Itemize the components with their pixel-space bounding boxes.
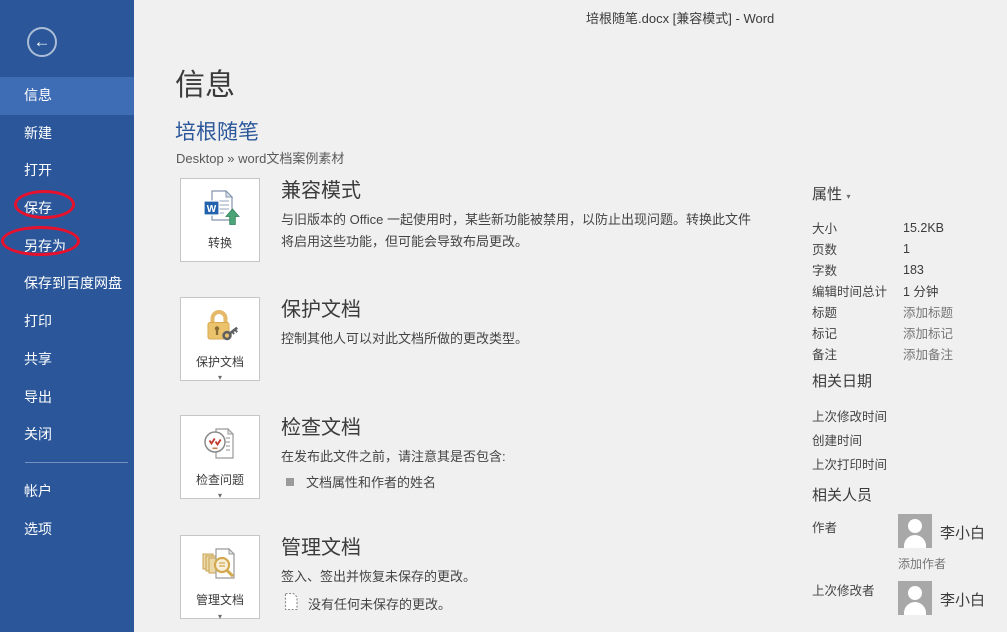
property-row-edit-time: 编辑时间总计 1 分钟	[812, 280, 1007, 301]
sidebar-item-save-to-baidu-pan[interactable]: 保存到百度网盘	[0, 265, 134, 303]
add-title-link[interactable]: 添加标题	[903, 302, 953, 321]
inspect-bullet-text: 文档属性和作者的姓名	[306, 472, 436, 491]
sidebar-item-share[interactable]: 共享	[0, 341, 134, 379]
sidebar-item-new[interactable]: 新建	[0, 115, 134, 153]
check-for-issues-button[interactable]: 检查问题 ▾	[180, 415, 260, 499]
sidebar-item-options[interactable]: 选项	[0, 511, 134, 549]
related-people-panel: 相关人员 作者 李小白 添加作者 上次修改者 李小白	[812, 484, 1007, 632]
manage-document-heading: 管理文档	[281, 535, 761, 561]
sidebar-item-account[interactable]: 帐户	[0, 473, 134, 511]
manage-document-button-label: 管理文档 ▾	[196, 593, 244, 624]
convert-document-icon: W	[200, 188, 240, 233]
date-row-last-printed: 上次打印时间	[812, 451, 1007, 475]
dropdown-caret-icon: ▾	[218, 373, 222, 382]
add-comments-link[interactable]: 添加备注	[903, 344, 953, 363]
dropdown-caret-icon: ▾	[846, 192, 850, 201]
related-people-heading: 相关人员	[812, 484, 1007, 505]
author-name: 李小白	[940, 522, 985, 543]
inspect-document-description: 在发布此文件之前，请注意其是否包含:	[281, 446, 761, 468]
back-arrow-icon: ←	[34, 32, 51, 51]
properties-heading[interactable]: 属性 ▾	[812, 183, 1007, 204]
unsaved-changes-note: 没有任何未保存的更改。	[281, 592, 761, 614]
property-value-pages: 1	[903, 242, 910, 256]
inspect-document-icon	[200, 425, 240, 470]
add-author-link[interactable]: 添加作者	[898, 555, 946, 572]
add-tags-link[interactable]: 添加标记	[903, 323, 953, 342]
property-value-words: 183	[903, 263, 924, 277]
sidebar-item-print[interactable]: 打印	[0, 303, 134, 341]
back-button[interactable]: ←	[27, 27, 57, 57]
sidebar-item-open[interactable]: 打开	[0, 152, 134, 190]
window-title: 培根随笔.docx [兼容模式] - Word	[586, 8, 774, 27]
related-dates-panel: 相关日期 上次修改时间 创建时间 上次打印时间	[812, 370, 1007, 475]
protect-document-button[interactable]: 保护文档 ▾	[180, 297, 260, 381]
property-value-edit-time: 1 分钟	[903, 281, 938, 300]
date-row-created: 创建时间	[812, 427, 1007, 451]
svg-text:W: W	[207, 204, 217, 215]
property-row-pages: 页数 1	[812, 238, 1007, 259]
date-row-last-modified: 上次修改时间	[812, 403, 1007, 427]
backstage-sidebar: ← 信息 新建 打开 保存 另存为 保存到百度网盘 打印 共享 导出 关闭 帐户…	[0, 0, 134, 632]
dropdown-caret-icon: ▾	[218, 491, 222, 500]
manage-document-icon	[200, 545, 240, 590]
last-modified-by-avatar[interactable]	[898, 581, 932, 615]
property-row-comments: 备注 添加备注	[812, 343, 1007, 364]
document-name: 培根随笔	[175, 116, 259, 146]
property-value-size: 15.2KB	[903, 221, 944, 235]
protect-document-button-label: 保护文档	[196, 355, 244, 370]
sidebar-item-save-as[interactable]: 另存为	[0, 228, 134, 266]
property-row-words: 字数 183	[812, 259, 1007, 280]
protect-document-description: 控制其他人可以对此文档所做的更改类型。	[281, 328, 761, 350]
author-label: 作者	[812, 517, 837, 536]
lock-and-key-icon	[200, 307, 240, 352]
sidebar-divider	[25, 462, 128, 463]
last-modified-by-name: 李小白	[940, 589, 985, 610]
dropdown-caret-icon: ▾	[218, 612, 222, 621]
protect-document-heading: 保护文档	[281, 297, 761, 323]
convert-button-label: 转换	[208, 236, 232, 251]
manage-document-description: 签入、签出并恢复未保存的更改。	[281, 566, 761, 588]
bullet-square-icon	[286, 478, 294, 486]
related-dates-heading: 相关日期	[812, 370, 1007, 391]
property-row-size: 大小 15.2KB	[812, 217, 1007, 238]
sidebar-item-info[interactable]: 信息	[0, 77, 134, 115]
sidebar-item-save[interactable]: 保存	[0, 190, 134, 228]
word-backstage-window: 培根随笔.docx [兼容模式] - Word ← 信息 新建 打开 保存 另存…	[0, 0, 1007, 632]
document-path: Desktop » word文档案例素材	[176, 148, 344, 167]
last-modified-by-label: 上次修改者	[812, 580, 875, 599]
convert-button[interactable]: W 转换	[180, 178, 260, 262]
sidebar-item-close[interactable]: 关闭	[0, 416, 134, 454]
inspect-document-heading: 检查文档	[281, 415, 761, 441]
check-for-issues-button-label: 检查问题	[196, 473, 244, 488]
inspect-bullet-item: 文档属性和作者的姓名	[281, 472, 761, 491]
manage-document-button[interactable]: 管理文档 ▾	[180, 535, 260, 619]
sidebar-item-export[interactable]: 导出	[0, 379, 134, 417]
author-avatar[interactable]	[898, 514, 932, 548]
compatibility-mode-heading: 兼容模式	[281, 178, 761, 204]
sidebar-nav: 信息 新建 打开 保存 另存为 保存到百度网盘 打印 共享 导出 关闭 帐户 选…	[0, 77, 134, 548]
page-title: 信息	[175, 60, 235, 104]
property-row-title: 标题 添加标题	[812, 301, 1007, 322]
property-row-tags: 标记 添加标记	[812, 322, 1007, 343]
compatibility-mode-description: 与旧版本的 Office 一起使用时，某些新功能被禁用，以防止出现问题。转换此文…	[281, 209, 761, 253]
unsaved-changes-text: 没有任何未保存的更改。	[308, 594, 451, 613]
unsaved-draft-document-icon	[281, 592, 308, 614]
properties-panel: 属性 ▾ 大小 15.2KB 页数 1 字数 183 编辑时间总计 1 分钟 标…	[812, 183, 1007, 364]
